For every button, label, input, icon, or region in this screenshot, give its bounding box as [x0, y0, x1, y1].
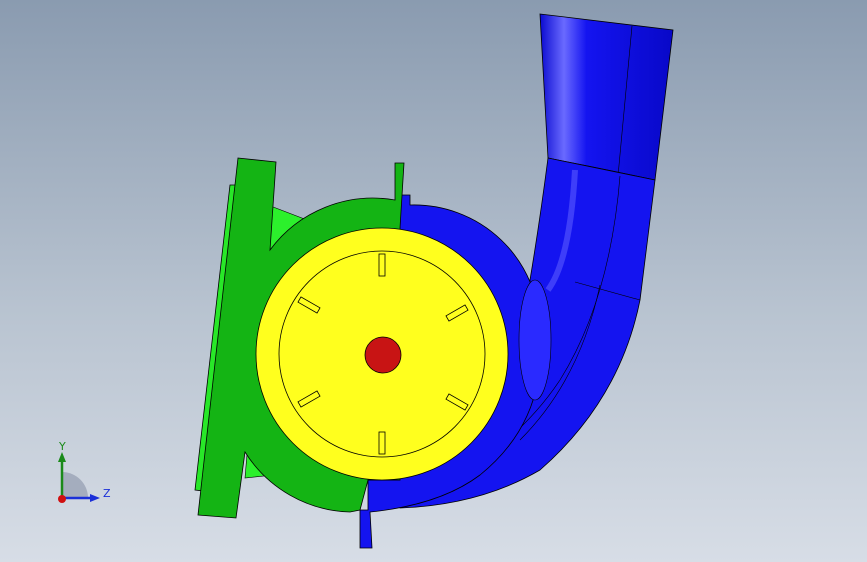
discharge-pipe	[539, 13, 674, 181]
pump-model[interactable]	[0, 0, 867, 562]
axis-triad: Y Z	[48, 440, 118, 510]
shaft-hub	[364, 336, 402, 374]
z-axis-label: Z	[103, 487, 111, 500]
blade-top	[378, 253, 386, 277]
blade-bottom	[378, 431, 386, 455]
cad-viewport[interactable]: Y Z	[0, 0, 867, 562]
y-axis-label: Y	[59, 440, 66, 453]
